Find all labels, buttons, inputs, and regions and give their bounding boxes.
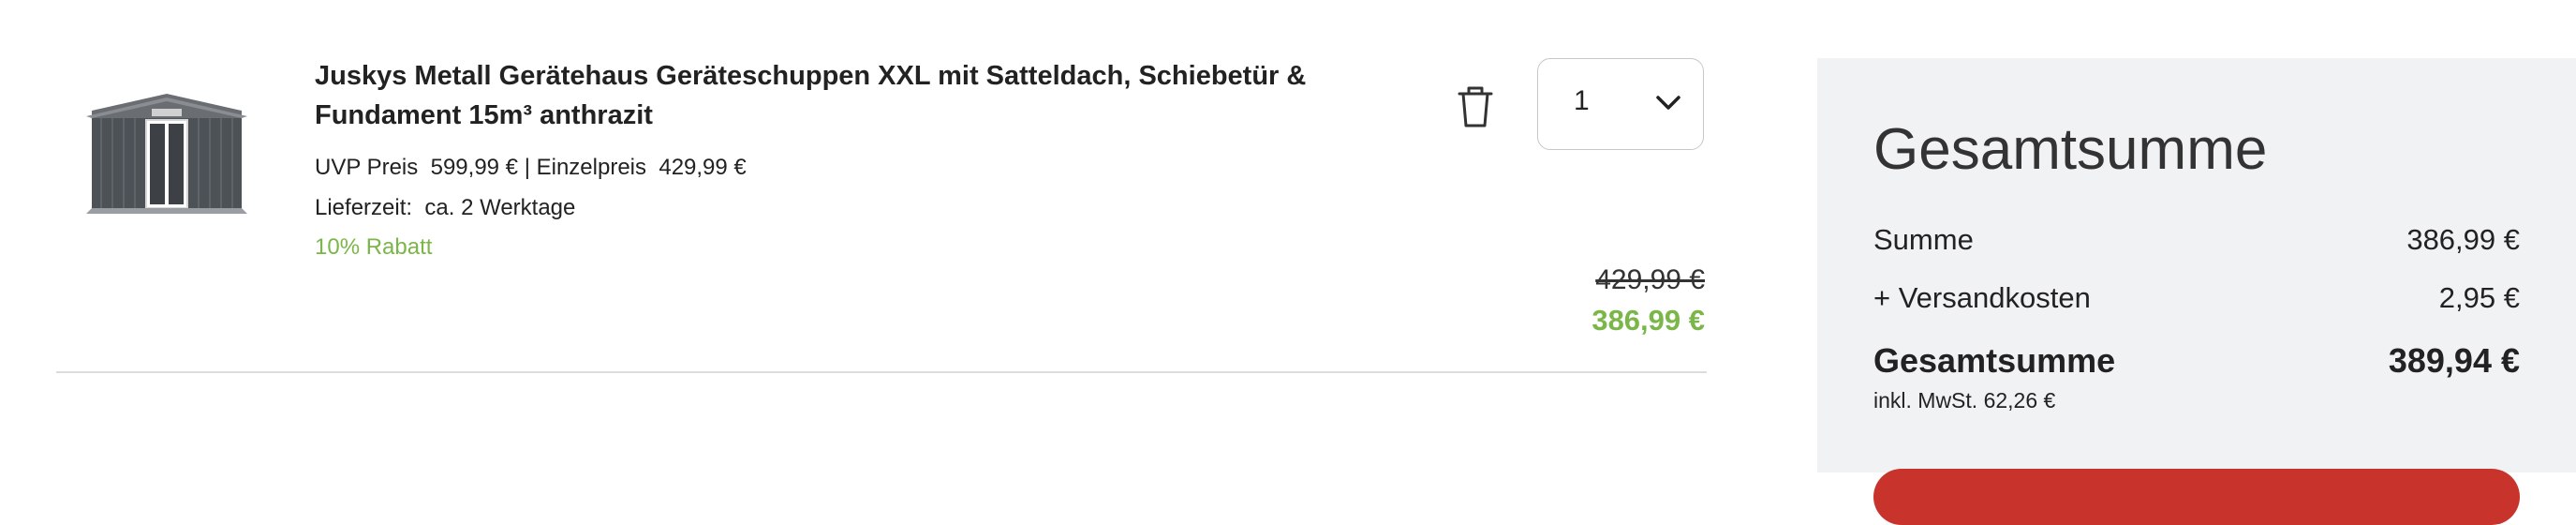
price-info: UVP Preis 599,99 € | Einzelpreis 429,99 … [315, 155, 747, 181]
uvp-price: 599,99 € [430, 155, 519, 180]
quantity-select[interactable]: 1 [1537, 58, 1704, 150]
unit-price: 429,99 € [659, 155, 747, 180]
price-separator: | [518, 155, 537, 180]
uvp-label: UVP Preis [315, 155, 419, 180]
delivery-time: ca. 2 Werktage [424, 195, 576, 220]
product-title[interactable]: Juskys Metall Gerätehaus Geräteschuppen … [315, 56, 1448, 135]
checkout-button[interactable] [1873, 469, 2520, 525]
shipping-value: 2,95 € [2438, 281, 2520, 314]
product-image[interactable] [73, 90, 260, 219]
delivery-label: Lieferzeit: [315, 195, 413, 220]
total-value: 389,94 € [2388, 341, 2520, 380]
shipping-label: + Versandkosten [1873, 281, 2091, 314]
tax-note: inkl. MwSt. 62,26 € [1873, 388, 2056, 412]
order-summary: Gesamtsumme Summe 386,99 € + Versandkost… [1817, 58, 2576, 525]
discounted-price: 386,99 € [1591, 304, 1705, 337]
subtotal-label: Summe [1873, 223, 1974, 256]
summary-title: Gesamtsumme [1873, 117, 2268, 182]
delivery-info: Lieferzeit: ca. 2 Werktage [315, 195, 575, 221]
original-price: 429,99 € [1595, 264, 1705, 295]
total-label: Gesamtsumme [1873, 341, 2116, 380]
subtotal-value: 386,99 € [2406, 223, 2520, 256]
discount-badge: 10% Rabatt [315, 234, 433, 260]
divider [56, 371, 1707, 373]
unit-price-label: Einzelpreis [536, 155, 646, 180]
chevron-down-icon [1656, 96, 1680, 110]
quantity-value: 1 [1574, 85, 1590, 116]
trash-icon[interactable] [1452, 81, 1499, 133]
